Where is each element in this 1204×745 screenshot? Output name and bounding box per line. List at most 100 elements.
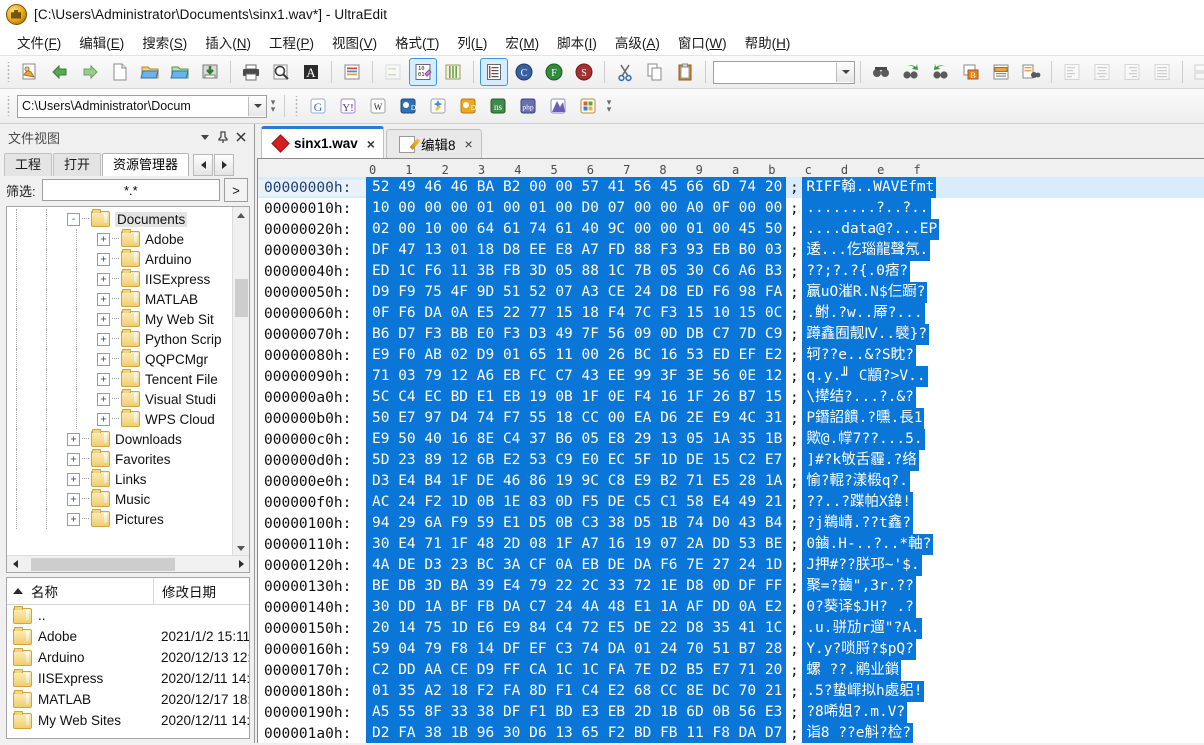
scroll-down-icon[interactable] [233, 540, 249, 556]
tree-expander[interactable]: + [97, 252, 110, 266]
hex-row[interactable]: 00000170h: C2 DD AA CE D9 FF CA 1C 1C FA … [258, 660, 1204, 681]
hex-ascii[interactable]: ........?..?.. [802, 198, 931, 219]
hex-ascii[interactable]: 0?葵译$JH? .? [802, 597, 916, 618]
open-recent-icon[interactable] [16, 58, 44, 86]
scroll-up-icon[interactable] [233, 207, 249, 223]
file-view-tab-1[interactable]: 打开 [53, 153, 102, 176]
find-in-files-icon[interactable] [1017, 58, 1045, 86]
tree-item[interactable]: + Downloads [7, 429, 233, 449]
hex-ascii[interactable]: ....data@?...EP [802, 219, 940, 240]
list-lines-icon[interactable] [480, 58, 508, 86]
indent-icon[interactable] [379, 58, 407, 86]
hex-row[interactable]: 000000b0h: 50 E7 97 D4 74 F7 55 18 CC 00 … [258, 408, 1204, 429]
hex-row[interactable]: 00000160h: 59 04 79 F8 14 DF EF C3 74 DA … [258, 639, 1204, 660]
tree-item[interactable]: + Pictures [7, 509, 233, 529]
toolbar-overflow-icon[interactable]: ▾ ▾ [267, 93, 279, 119]
hex-bytes[interactable]: 30 DD 1A BF FB DA C7 24 4A 48 E1 1A AF D… [366, 597, 787, 618]
hex-row[interactable]: 00000150h: 20 14 75 1D E6 E9 84 C4 72 E5 … [258, 618, 1204, 639]
toolbar-grip[interactable] [5, 62, 12, 82]
toolbar-grip-2[interactable] [5, 96, 12, 116]
bookmark-icon[interactable]: B [957, 58, 985, 86]
hex-ascii[interactable]: 逶...仡瑙龍聲氖. [802, 240, 931, 261]
file-view-tab-0[interactable]: 工程 [4, 153, 53, 176]
hex-bytes[interactable]: 4A DE D3 23 BC 3A CF 0A EB DE DA F6 7E 2… [366, 555, 787, 576]
highlight-icon[interactable] [987, 58, 1015, 86]
hex-bytes[interactable]: ED 1C F6 11 3B FB 3D 05 88 1C 7B 05 30 C… [366, 261, 787, 282]
hex-bytes[interactable]: D9 F9 75 4F 9D 51 52 07 A3 CE 24 D8 ED F… [366, 282, 787, 303]
tree-expander[interactable]: + [67, 452, 80, 466]
hex-bytes[interactable]: BE DB 3D BA 39 E4 79 22 2C 33 72 1E D8 0… [366, 576, 787, 597]
js-icon[interactable] [544, 92, 572, 120]
hex-ascii[interactable]: J押#??朕邛~'$. [802, 555, 922, 576]
hex-bytes[interactable]: 20 14 75 1D E6 E9 84 C4 72 E5 DE 22 D8 3… [366, 618, 787, 639]
hex-bytes[interactable]: 94 29 6A F9 59 E1 D5 0B C3 38 D5 1B 74 D… [366, 513, 787, 534]
compare-icon[interactable] [1189, 58, 1204, 86]
hex-row[interactable]: 00000020h: 02 00 10 00 64 61 74 61 40 9C … [258, 219, 1204, 240]
toolbar-grip-3[interactable] [293, 96, 300, 116]
scroll-left-icon[interactable] [7, 556, 23, 572]
tree-expander[interactable]: + [97, 232, 110, 246]
menu-item-3[interactable]: 插入(N) [196, 30, 260, 54]
file-view-tab-2[interactable]: 资源管理器 [102, 153, 190, 176]
tree-expander[interactable]: + [67, 432, 80, 446]
hex-ascii[interactable]: .5?蛰嶵拟h處躳! [802, 681, 925, 702]
tree-item[interactable]: + Adobe [7, 229, 233, 249]
hex-bytes[interactable]: B6 D7 F3 BB E0 F3 D3 49 7F 56 09 0D DB C… [366, 324, 787, 345]
hex-row[interactable]: 00000110h: 30 E4 71 1F 48 2D 08 1F A7 16 … [258, 534, 1204, 555]
filter-go-button[interactable]: > [224, 178, 248, 202]
menu-item-7[interactable]: 列(L) [448, 30, 496, 54]
tree-item[interactable]: + Links [7, 469, 233, 489]
file-list-row[interactable]: MATLAB 2020/12/17 18:... [7, 689, 249, 710]
hex-edit-icon[interactable]: 10 01 [409, 58, 437, 86]
hex-bytes[interactable]: 0F F6 DA 0A E5 22 77 15 18 F4 7C F3 15 1… [366, 303, 787, 324]
tree-expander[interactable]: + [97, 352, 110, 366]
open-project-icon[interactable] [166, 58, 194, 86]
file-list-row[interactable]: Adobe 2021/1/2 15:11... [7, 626, 249, 647]
hex-bytes[interactable]: 59 04 79 F8 14 DF EF C3 74 DA 01 24 70 5… [366, 639, 787, 660]
hex-row[interactable]: 00000080h: E9 F0 AB 02 D9 01 65 11 00 26 … [258, 345, 1204, 366]
tree-expander[interactable]: - [67, 212, 80, 226]
hex-row[interactable]: 00000180h: 01 35 A2 18 F2 FA 8D F1 C4 E2 … [258, 681, 1204, 702]
tree-expander[interactable]: + [97, 312, 110, 326]
wizard-icon[interactable] [424, 92, 452, 120]
new-file-icon[interactable] [106, 58, 134, 86]
hex-bytes[interactable]: 02 00 10 00 64 61 74 61 40 9C 00 00 01 0… [366, 219, 787, 240]
justify-icon[interactable] [1148, 58, 1176, 86]
wikipedia-icon[interactable]: W [364, 92, 392, 120]
hex-ascii[interactable]: 愉?輥?漾椴q?. [802, 471, 910, 492]
wordwrap-icon[interactable] [338, 58, 366, 86]
hex-bytes[interactable]: C2 DD AA CE D9 FF CA 1C 1C FA 7E D2 B5 E… [366, 660, 787, 681]
close-icon[interactable] [232, 128, 250, 146]
file-list-row[interactable]: .. [7, 605, 249, 626]
hex-ascii[interactable]: ??..?蹀帕X鍏! [802, 492, 913, 513]
tree-expander[interactable]: + [67, 472, 80, 486]
document-tab-1[interactable]: 编辑8 × [385, 129, 482, 158]
hex-ascii[interactable]: RIFF翰..WAVEfmt [802, 177, 937, 198]
msdn-icon[interactable]: D [394, 92, 422, 120]
tree-item[interactable]: + QQPCMgr [7, 349, 233, 369]
file-list-col-name[interactable]: 名称 [7, 578, 154, 604]
hex-ascii[interactable]: 螺 ??.鹇业鎖 [802, 660, 902, 681]
menu-item-5[interactable]: 视图(V) [323, 30, 386, 54]
tree-hscroll-thumb[interactable] [31, 557, 175, 571]
back-arrow-icon[interactable] [46, 58, 74, 86]
ns-icon[interactable]: ns [484, 92, 512, 120]
tree-expander[interactable]: + [97, 392, 110, 406]
menu-item-1[interactable]: 编辑(E) [70, 30, 133, 54]
tree-item[interactable]: + Visual Studi [7, 389, 233, 409]
hex-ascii[interactable]: 0鏀.H-..?..*軸? [802, 534, 934, 555]
toolbar-overflow-icon-2[interactable]: ▾ ▾ [603, 93, 615, 119]
hex-ascii[interactable]: \撵结?...?.&? [802, 387, 916, 408]
align-right-icon[interactable] [1118, 58, 1146, 86]
hex-ascii[interactable]: Y.y?唢脟?$pQ? [802, 639, 916, 660]
open-folder-icon[interactable] [136, 58, 164, 86]
menu-item-8[interactable]: 宏(M) [496, 30, 548, 54]
tree-expander[interactable]: + [97, 292, 110, 306]
scroll-right-icon[interactable] [233, 556, 249, 572]
menu-item-4[interactable]: 工程(P) [260, 30, 323, 54]
hex-bytes[interactable]: D3 E4 B4 1F DE 46 86 19 9C C8 E9 B2 71 E… [366, 471, 787, 492]
tree-item[interactable]: - Documents [7, 209, 233, 229]
us-icon[interactable]: S [570, 58, 598, 86]
hex-bytes[interactable]: 01 35 A2 18 F2 FA 8D F1 C4 E2 68 CC 8E D… [366, 681, 787, 702]
path-combo[interactable]: C:\Users\Administrator\Docum [17, 94, 267, 118]
